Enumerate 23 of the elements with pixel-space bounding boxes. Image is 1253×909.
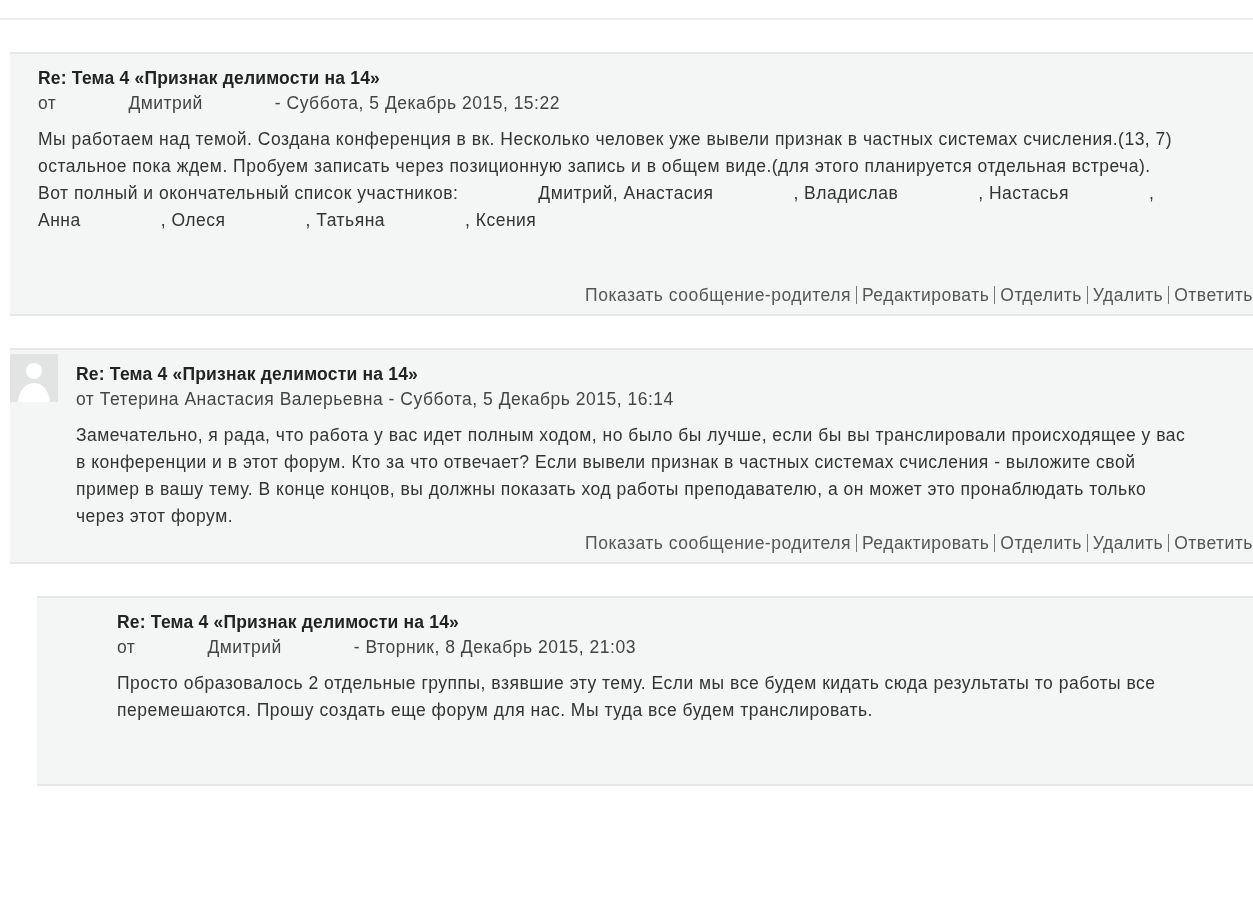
author-line: от: [117, 636, 136, 659]
post-action-link[interactable]: Удалить: [1092, 530, 1164, 556]
post-text: Просто образовалось 2 отдельные группы, взявшие эту тему. Если мы все будем кидать сюда результаты то работы все перемешаются. Прошу создать еще форум для нас. Мы туда все будем транслировать.: [117, 672, 1157, 722]
post-subject: Re: Тема 4 «Признак делимости на 14»: [117, 611, 461, 634]
post-action-link[interactable]: Удалить: [1092, 282, 1164, 308]
post-text: Мы работаем над темой. Создана конференция в вк. Несколько человек уже вывели признак в частных системах счисления.(13, 7) остальное пока ждем. Пробуем записать через позиционную запись и в общем виде.(для этого планируется отдельная встреча). Вот полный и окончательный список участников: Дмитрий, Анастасия , Владислав , Настасья , Анна , Олеся , Татьяна , Ксения: [38, 128, 1174, 232]
author-line: - Суббота, 5 Декабрь 2015, 15:22: [274, 92, 560, 115]
post-action-link[interactable]: Отделить: [1000, 530, 1082, 556]
post-subject: Re: Тема 4 «Признак делимости на 14»: [76, 363, 420, 386]
post-text: Замечательно, я рада, что работа у вас идет полным ходом, но было бы лучше, если бы вы транслировали происходящее у вас в конференции и в этот форум. Кто за что отвечает? Если вывели признак в частных системах счисления - выложите свой пример в вашу тему. В конце концов, вы должны показать ход работы преподавателю, а он может это пронаблюдать только через этот форум.: [76, 424, 1186, 528]
author-line: от Тетерина Анастасия Валерьевна - Суббота, 5 Декабрь 2015, 16:14: [76, 388, 674, 411]
post-action-link[interactable]: Ответить: [1174, 530, 1253, 556]
post-action-link[interactable]: Редактировать: [861, 530, 990, 556]
post-action-link[interactable]: Ответить: [1174, 282, 1253, 308]
post-action-link[interactable]: Отделить: [1000, 282, 1082, 308]
post-action-link[interactable]: Редактировать: [861, 282, 990, 308]
post-action-link[interactable]: Показать сообщение-родителя: [585, 282, 851, 308]
post-subject: Re: Тема 4 «Признак делимости на 14»: [38, 67, 382, 90]
author-line: от: [38, 92, 57, 115]
author-line: Дмитрий: [207, 636, 282, 659]
author-line: - Вторник, 8 Декабрь 2015, 21:03: [353, 636, 636, 659]
post-action-link[interactable]: Показать сообщение-родителя: [585, 530, 851, 556]
author-line: Дмитрий: [128, 92, 203, 115]
